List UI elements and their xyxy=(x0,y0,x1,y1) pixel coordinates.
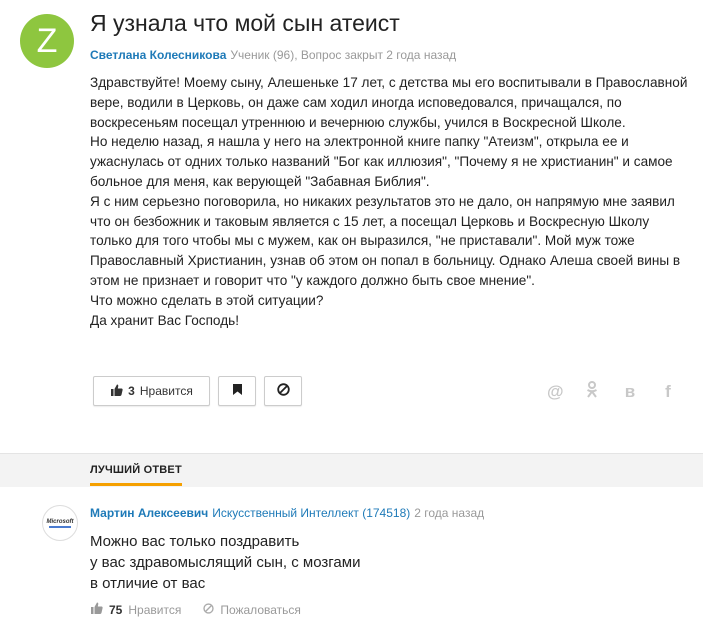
question-paragraph: Но неделю назад, я нашла у него на элект… xyxy=(90,134,673,189)
odnoklassniki-share-icon[interactable] xyxy=(585,381,599,403)
like-button[interactable]: 3 Нравится xyxy=(93,376,210,406)
question-block: Z Я узнала что мой сын атеист Светлана К… xyxy=(0,0,703,453)
thumbs-up-icon xyxy=(110,384,123,399)
thumbs-up-icon[interactable] xyxy=(90,602,103,617)
report-button[interactable] xyxy=(264,376,302,406)
answer-report-link[interactable]: Пожаловаться xyxy=(220,603,301,617)
question-meta-text: Ученик (96), Вопрос закрыт 2 года назад xyxy=(230,48,457,62)
answerer-avatar-line xyxy=(49,525,71,528)
answer-like-label[interactable]: Нравится xyxy=(128,603,181,617)
bookmark-button[interactable] xyxy=(218,376,256,406)
asker-name-link[interactable]: Светлана Колесникова xyxy=(90,48,226,62)
answer-body: Можно вас только поздравить у вас здраво… xyxy=(90,531,360,594)
question-body: Здравствуйте! Моему сыну, Алешеньке 17 л… xyxy=(90,73,690,330)
block-icon xyxy=(276,383,290,399)
question-paragraph: Что можно сделать в этой ситуации? xyxy=(90,292,324,308)
best-answer-label: ЛУЧШИЙ ОТВЕТ xyxy=(90,464,182,476)
facebook-share-icon[interactable]: f xyxy=(661,382,675,402)
answerer-rank: Искусственный Интеллект (174518) xyxy=(212,506,411,520)
answer-time: 2 года назад xyxy=(414,506,485,520)
like-count: 3 xyxy=(128,384,135,398)
bookmark-icon xyxy=(232,384,242,398)
question-meta: Светлана Колесникова Ученик (96), Вопрос … xyxy=(90,48,456,62)
question-title: Я узнала что мой сын атеист xyxy=(90,10,400,36)
answerer-avatar-logo: Microsoft xyxy=(46,518,74,525)
best-answer-underline xyxy=(90,483,182,486)
question-actions: 3 Нравится xyxy=(93,376,302,406)
question-paragraph: Да хранит Вас Господь! xyxy=(90,312,239,328)
answer-line: в отличие от вас xyxy=(90,575,206,592)
answerer-avatar[interactable]: Microsoft xyxy=(42,505,78,541)
share-icons: @ в f xyxy=(547,381,675,403)
mail-share-icon[interactable]: @ xyxy=(547,382,564,402)
question-paragraph: Я с ним серьезно поговорила, но никаких … xyxy=(90,193,681,288)
block-icon[interactable] xyxy=(203,602,214,617)
like-label: Нравится xyxy=(139,384,193,398)
answer-actions: 75 Нравится Пожаловаться xyxy=(90,602,301,617)
asker-avatar[interactable]: Z xyxy=(20,14,74,68)
answer-line: у вас здравомыслящий сын, с мозгами xyxy=(90,554,361,571)
vk-share-icon[interactable]: в xyxy=(623,382,637,402)
answerer-name-link[interactable]: Мартин Алексеевич xyxy=(90,506,208,520)
answer-line: Можно вас только поздравить xyxy=(90,533,300,550)
answer-meta: Мартин Алексеевич Искусственный Интеллект… xyxy=(90,506,484,520)
answer-block: Microsoft Мартин Алексеевич Искусственный… xyxy=(0,487,703,642)
question-paragraph: Здравствуйте! Моему сыну, Алешеньке 17 л… xyxy=(90,75,688,130)
answer-like-count: 75 xyxy=(109,602,123,617)
